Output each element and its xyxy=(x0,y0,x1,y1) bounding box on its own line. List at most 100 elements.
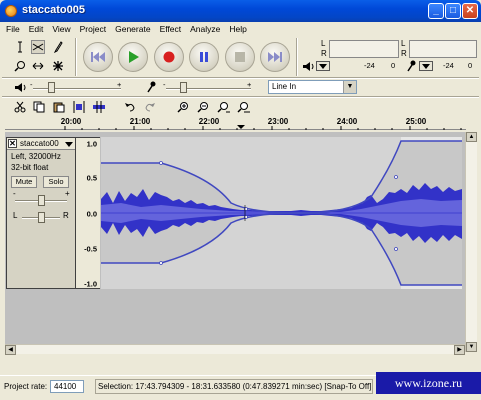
copy-icon[interactable] xyxy=(32,100,46,114)
minimize-button[interactable]: _ xyxy=(428,3,444,19)
undo-icon[interactable] xyxy=(123,100,137,114)
menu-view[interactable]: View xyxy=(48,22,75,36)
selection-status: Selection: 17:43.794309 - 18:31.633580 (… xyxy=(95,379,373,394)
stop-button[interactable] xyxy=(225,42,255,72)
playback-meter-zero: 0 xyxy=(391,61,396,70)
project-rate-input[interactable]: 44100 xyxy=(50,380,84,393)
menu-file[interactable]: File xyxy=(2,22,25,36)
menu-analyze[interactable]: Analyze xyxy=(186,22,225,36)
watermark: www.izone.ru xyxy=(376,372,481,394)
pan-right-label: R xyxy=(63,211,69,220)
solo-button[interactable]: Solo xyxy=(43,176,69,188)
input-source-select[interactable]: Line In ▼ xyxy=(268,80,357,94)
mute-button[interactable]: Mute xyxy=(11,176,37,188)
chevron-down-icon[interactable]: ▼ xyxy=(343,81,356,93)
scroll-left-icon[interactable]: ◀ xyxy=(5,345,16,355)
skip-end-icon xyxy=(268,52,282,62)
toolbar-row-divider-2 xyxy=(2,96,479,98)
playback-meter[interactable] xyxy=(329,40,399,58)
skip-end-button[interactable] xyxy=(260,42,290,72)
record-meter-dropdown[interactable] xyxy=(419,61,433,71)
cut-icon[interactable] xyxy=(13,100,27,114)
stop-icon xyxy=(235,52,245,62)
record-meter-scale: -24 xyxy=(443,61,454,70)
zoom-tool-icon[interactable] xyxy=(13,59,27,73)
scroll-right-icon[interactable]: ▶ xyxy=(454,345,465,355)
ruler-ticks xyxy=(64,125,462,130)
envelope-tool-icon[interactable] xyxy=(31,40,45,54)
track-name[interactable]: staccato00 xyxy=(20,139,59,148)
pan-left-label: L xyxy=(13,211,18,220)
zoom-in-icon[interactable] xyxy=(176,100,190,114)
output-volume-icon xyxy=(13,80,27,94)
meter-divider xyxy=(296,38,298,76)
menu-effect[interactable]: Effect xyxy=(156,22,187,36)
output-volume-slider[interactable] xyxy=(33,88,121,90)
waveform-view[interactable] xyxy=(101,137,462,289)
record-button[interactable] xyxy=(154,42,184,72)
gain-plus-label: + xyxy=(65,189,70,198)
pause-icon xyxy=(200,52,208,62)
envelope-point xyxy=(394,175,398,179)
project-rate-label: Project rate: xyxy=(4,382,48,391)
menu-edit[interactable]: Edit xyxy=(25,22,49,36)
fit-project-icon[interactable] xyxy=(236,100,250,114)
zoom-out-icon[interactable] xyxy=(196,100,210,114)
track-close-button[interactable]: ✕ xyxy=(8,139,17,148)
timeshift-tool-icon[interactable] xyxy=(31,59,45,73)
snap-status: [Snap-To Off] xyxy=(324,382,372,391)
draw-tool-icon[interactable] xyxy=(51,40,65,54)
skip-start-icon xyxy=(91,52,105,62)
gain-minus-label: - xyxy=(13,189,16,198)
scale-label: 1.0 xyxy=(86,139,97,149)
menu-generate[interactable]: Generate xyxy=(111,22,155,36)
play-icon xyxy=(129,51,139,63)
skip-start-button[interactable] xyxy=(83,42,113,72)
selection-tool-icon[interactable] xyxy=(13,40,27,54)
trim-icon[interactable] xyxy=(72,100,86,114)
maximize-button[interactable]: □ xyxy=(445,3,461,19)
toolbar-divider xyxy=(75,38,77,76)
input-volume-thumb[interactable] xyxy=(180,82,187,93)
track-channel-info: Left, 32000Hz xyxy=(11,152,61,161)
scroll-down-icon[interactable]: ▼ xyxy=(466,342,477,352)
paste-icon[interactable] xyxy=(52,100,66,114)
silence-icon[interactable] xyxy=(92,100,106,114)
scale-label: 0.5 xyxy=(86,173,97,183)
output-volume-thumb[interactable] xyxy=(47,82,55,93)
track-control-panel[interactable]: ✕ staccato00 Left, 32000Hz 32-bit float … xyxy=(6,137,76,289)
gain-slider-thumb[interactable] xyxy=(38,195,45,206)
record-meter-zero: 0 xyxy=(468,61,473,70)
pause-button[interactable] xyxy=(189,42,219,72)
multi-tool-icon[interactable] xyxy=(51,59,65,73)
scroll-up-icon[interactable]: ▲ xyxy=(466,132,477,142)
toolbar-row-divider xyxy=(2,77,479,79)
horizontal-scrollbar[interactable]: ◀ ▶ xyxy=(5,344,465,355)
chevron-down-icon xyxy=(319,63,327,69)
window-title: staccato005 xyxy=(22,4,85,16)
playback-meter-dropdown[interactable] xyxy=(316,61,330,71)
scale-label: -0.5 xyxy=(84,244,97,254)
speaker-icon xyxy=(301,59,315,73)
pan-slider-thumb[interactable] xyxy=(38,212,45,223)
title-bar[interactable]: staccato005 _ □ ✕ xyxy=(0,0,481,22)
menu-help[interactable]: Help xyxy=(225,22,251,36)
menu-bar: File Edit View Project Generate Effect A… xyxy=(2,22,479,36)
microphone-icon xyxy=(405,59,419,73)
fit-selection-icon[interactable] xyxy=(216,100,230,114)
menu-project[interactable]: Project xyxy=(76,22,111,36)
playback-meter-scale: -24 xyxy=(364,61,375,70)
close-button[interactable]: ✕ xyxy=(462,3,478,19)
track-title-bar[interactable]: ✕ staccato00 xyxy=(7,138,75,150)
meter-left-l: L xyxy=(321,39,326,48)
vertical-scrollbar[interactable]: ▲ ▼ xyxy=(465,132,477,352)
input-volume-slider[interactable] xyxy=(166,88,251,90)
redo-icon[interactable] xyxy=(143,100,157,114)
play-button[interactable] xyxy=(118,42,148,72)
envelope-point xyxy=(159,161,163,165)
input-source-value: Line In xyxy=(272,82,297,91)
envelope-point xyxy=(159,261,163,265)
chevron-down-icon xyxy=(422,63,430,69)
record-meter[interactable] xyxy=(409,40,477,58)
timeline-ruler[interactable]: 20:00 21:00 22:00 23:00 24:00 25:00 xyxy=(5,116,466,130)
